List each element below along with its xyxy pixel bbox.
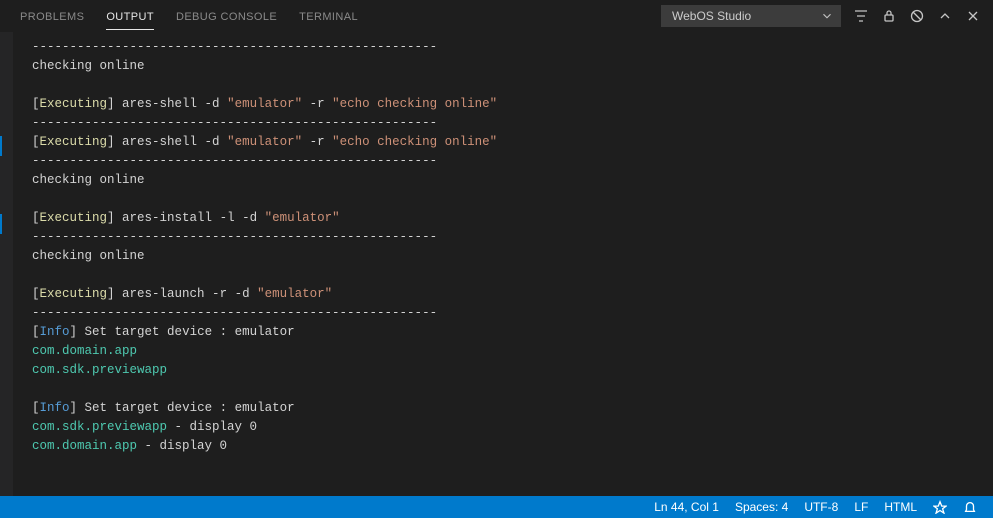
panel-title-actions <box>853 8 981 24</box>
output-channel-value: WebOS Studio <box>672 9 751 23</box>
status-feedback-icon[interactable] <box>925 500 955 514</box>
gutter-mark <box>0 214 2 234</box>
output-channel-select[interactable]: WebOS Studio <box>661 5 841 27</box>
output-line: com.sdk.previewapp <box>32 361 993 380</box>
lock-icon[interactable] <box>881 8 897 24</box>
chevron-down-icon <box>820 9 834 23</box>
tab-output[interactable]: OUTPUT <box>106 3 154 30</box>
status-ln-col[interactable]: Ln 44, Col 1 <box>646 500 727 514</box>
output-line: com.domain.app <box>32 342 993 361</box>
output-line: [Executing] ares-launch -r -d "emulator" <box>32 285 993 304</box>
output-line: checking online <box>32 57 993 76</box>
output-line: [Info] Set target device : emulator <box>32 323 993 342</box>
output-line: [Info] Set target device : emulator <box>32 399 993 418</box>
output-line: [Executing] ares-shell -d "emulator" -r … <box>32 133 993 152</box>
clear-output-icon[interactable] <box>909 8 925 24</box>
output-line: ----------------------------------------… <box>32 114 993 133</box>
tab-problems[interactable]: PROBLEMS <box>20 3 84 29</box>
output-line: ----------------------------------------… <box>32 38 993 57</box>
status-notifications-icon[interactable] <box>955 500 985 514</box>
tab-debug-console[interactable]: DEBUG CONSOLE <box>176 3 277 29</box>
output-line <box>32 380 993 399</box>
status-eol[interactable]: LF <box>846 500 876 514</box>
output-line: ----------------------------------------… <box>32 228 993 247</box>
status-language[interactable]: HTML <box>876 500 925 514</box>
output-content[interactable]: ----------------------------------------… <box>0 32 993 496</box>
output-line <box>32 266 993 285</box>
status-encoding[interactable]: UTF-8 <box>796 500 846 514</box>
output-line: com.domain.app - display 0 <box>32 437 993 456</box>
gutter-mark <box>0 136 2 156</box>
output-line: [Executing] ares-install -l -d "emulator… <box>32 209 993 228</box>
tab-terminal[interactable]: TERMINAL <box>299 3 358 29</box>
output-line: [Executing] ares-shell -d "emulator" -r … <box>32 95 993 114</box>
panel-left-gutter <box>0 32 14 496</box>
output-line: ----------------------------------------… <box>32 152 993 171</box>
status-bar: Ln 44, Col 1 Spaces: 4 UTF-8 LF HTML <box>0 496 993 518</box>
close-panel-icon[interactable] <box>965 8 981 24</box>
chevron-up-icon[interactable] <box>937 8 953 24</box>
output-line <box>32 190 993 209</box>
output-line: com.sdk.previewapp - display 0 <box>32 418 993 437</box>
status-spaces[interactable]: Spaces: 4 <box>727 500 796 514</box>
panel-tabs: PROBLEMS OUTPUT DEBUG CONSOLE TERMINAL W… <box>0 0 993 32</box>
output-line: ----------------------------------------… <box>32 304 993 323</box>
output-line: checking online <box>32 247 993 266</box>
output-line <box>32 76 993 95</box>
output-line: checking online <box>32 171 993 190</box>
filter-icon[interactable] <box>853 8 869 24</box>
bottom-panel: PROBLEMS OUTPUT DEBUG CONSOLE TERMINAL W… <box>0 0 993 518</box>
